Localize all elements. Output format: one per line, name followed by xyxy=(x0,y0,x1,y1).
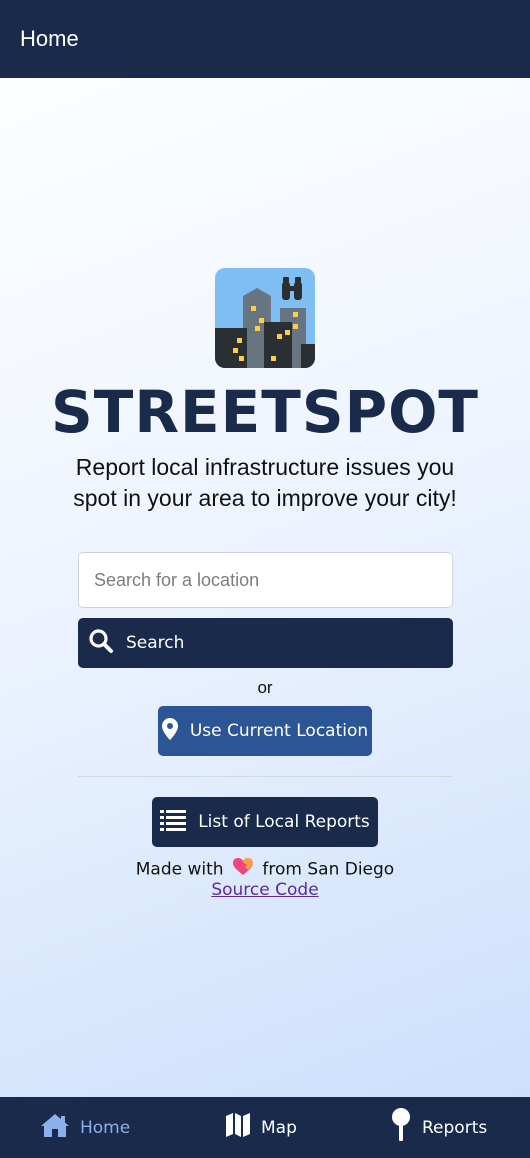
list-local-reports-button[interactable]: List of Local Reports xyxy=(152,797,378,847)
search-button[interactable]: Search xyxy=(78,618,453,668)
list-local-reports-label: List of Local Reports xyxy=(198,812,370,832)
source-code-container: Source Code xyxy=(0,880,530,900)
nav-map-label: Map xyxy=(261,1117,297,1138)
pin-icon xyxy=(390,1108,412,1147)
tagline: Report local infrastructure issues you s… xyxy=(0,452,530,514)
brand-title: STREETSPOT xyxy=(51,378,479,446)
nav-item-map[interactable]: Map xyxy=(225,1097,297,1158)
made-with-suffix: from San Diego xyxy=(262,859,395,880)
nav-item-reports[interactable]: Reports xyxy=(390,1097,487,1158)
search-icon xyxy=(88,628,114,659)
nav-reports-label: Reports xyxy=(422,1117,488,1138)
section-divider xyxy=(78,776,453,777)
nav-item-home[interactable]: Home xyxy=(40,1097,130,1158)
page-title: Home xyxy=(20,26,79,51)
made-with-prefix: Made with xyxy=(135,859,224,880)
location-pin-icon xyxy=(161,717,178,745)
search-button-label: Search xyxy=(126,633,185,653)
home-icon xyxy=(40,1112,70,1143)
map-icon xyxy=(225,1112,251,1143)
location-search-input[interactable] xyxy=(78,552,453,608)
tagline-line-2: spot in your area to improve your city! xyxy=(73,485,457,511)
top-app-bar: Home xyxy=(0,0,530,78)
use-current-location-button[interactable]: Use Current Location xyxy=(158,706,372,756)
nav-home-label: Home xyxy=(80,1117,131,1138)
tagline-line-1: Report local infrastructure issues you xyxy=(75,454,455,480)
use-current-location-label: Use Current Location xyxy=(189,721,369,741)
city-binoculars-icon xyxy=(215,268,315,368)
home-content: STREETSPOT Report local infrastructure i… xyxy=(0,78,530,1097)
or-separator-text: or xyxy=(257,678,273,697)
source-code-link[interactable]: Source Code xyxy=(211,880,318,900)
list-icon xyxy=(160,809,187,836)
made-with-love-text: Made with from San Diego xyxy=(0,858,530,881)
bottom-navigation: Home Map Reports xyxy=(0,1097,530,1158)
heart-icon xyxy=(232,858,253,881)
